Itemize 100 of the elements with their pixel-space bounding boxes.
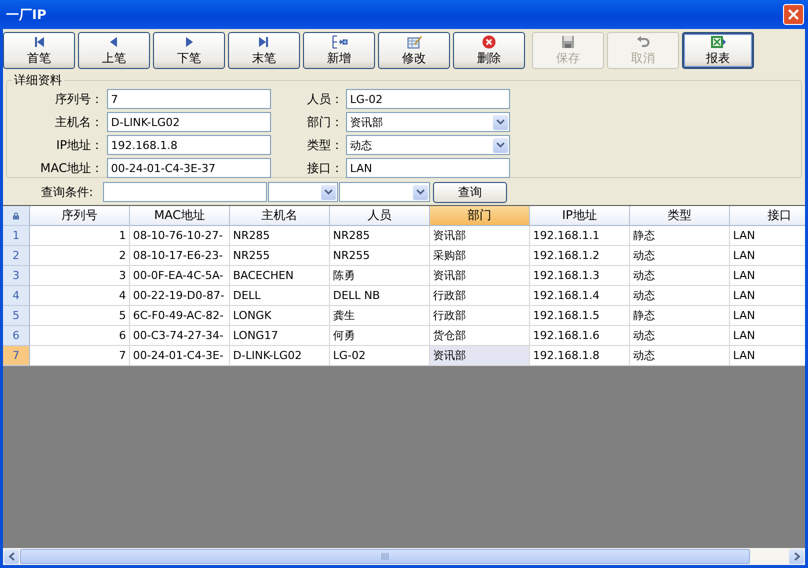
field-label: 类型： bbox=[306, 136, 344, 154]
toolbar-button[interactable]: 新增 bbox=[303, 32, 375, 69]
table-cell: 00-C3-74-27-34- bbox=[130, 326, 230, 346]
column-header[interactable]: 接口 bbox=[730, 206, 805, 226]
floppy-icon bbox=[559, 34, 577, 48]
row-header[interactable]: 6 bbox=[3, 326, 30, 346]
column-header[interactable]: 序列号 bbox=[30, 206, 130, 226]
table-cell: 00-22-19-D0-87- bbox=[130, 286, 230, 306]
table-cell: 192.168.1.5 bbox=[530, 306, 630, 326]
row-header[interactable]: 5 bbox=[3, 306, 30, 326]
field-label: 主机名： bbox=[54, 114, 104, 130]
column-header[interactable]: 部门 bbox=[430, 206, 530, 226]
table-cell: LAN bbox=[730, 346, 805, 366]
add-row-icon bbox=[330, 34, 348, 48]
table-cell: LONGK bbox=[230, 306, 330, 326]
column-header[interactable]: 主机名 bbox=[230, 206, 330, 226]
table-cell: LAN bbox=[730, 266, 805, 286]
toolbar-button[interactable]: 上笔 bbox=[78, 32, 150, 69]
table-cell: 动态 bbox=[630, 346, 730, 366]
text-field[interactable]: 192.168.1.8 bbox=[107, 135, 271, 155]
toolbar-button[interactable]: 删除 bbox=[453, 32, 525, 69]
table-cell: LAN bbox=[730, 286, 805, 306]
table-cell: LG-02 bbox=[330, 346, 430, 366]
delete-icon bbox=[480, 34, 498, 48]
spreadsheet-icon bbox=[709, 34, 727, 48]
table-cell: 龚生 bbox=[330, 306, 430, 326]
row-header[interactable]: 3 bbox=[3, 266, 30, 286]
table-cell: LAN bbox=[730, 306, 805, 326]
select-all-cell[interactable] bbox=[3, 206, 30, 226]
row-header[interactable]: 2 bbox=[3, 246, 30, 266]
table-cell: 192.168.1.1 bbox=[530, 226, 630, 246]
table-cell: NR255 bbox=[230, 246, 330, 266]
table-cell: 192.168.1.6 bbox=[530, 326, 630, 346]
table-cell: 动态 bbox=[630, 326, 730, 346]
text-field[interactable]: 7 bbox=[107, 89, 271, 109]
window-title: 一厂IP bbox=[6, 6, 46, 24]
table-cell: 资讯部 bbox=[430, 346, 530, 366]
field-label: 部门： bbox=[306, 114, 344, 130]
text-field[interactable]: 00-24-01-C4-3E-37 bbox=[107, 158, 271, 178]
query-button[interactable]: 查询 bbox=[433, 182, 507, 202]
combo-box[interactable] bbox=[339, 182, 430, 202]
text-field[interactable]: LG-02 bbox=[346, 89, 510, 109]
toolbar-button[interactable]: 末笔 bbox=[228, 32, 300, 69]
edit-icon bbox=[405, 34, 423, 48]
combo-box[interactable] bbox=[268, 182, 338, 202]
row-header[interactable]: 1 bbox=[3, 226, 30, 246]
scroll-thumb[interactable] bbox=[20, 549, 750, 564]
table-cell: LAN bbox=[730, 246, 805, 266]
table-cell: 资讯部 bbox=[430, 226, 530, 246]
table-cell: 3 bbox=[30, 266, 130, 286]
table-cell: 行政部 bbox=[430, 306, 530, 326]
table-cell: 6 bbox=[30, 326, 130, 346]
table-cell: 192.168.1.2 bbox=[530, 246, 630, 266]
table-cell: 资讯部 bbox=[430, 266, 530, 286]
table-cell: 2 bbox=[30, 246, 130, 266]
table-cell: BACECHEN bbox=[230, 266, 330, 286]
text-field[interactable]: LAN bbox=[346, 158, 510, 178]
scroll-right-button[interactable] bbox=[789, 549, 804, 564]
table-cell: NR255 bbox=[330, 246, 430, 266]
table-cell: 6C-F0-49-AC-82- bbox=[130, 306, 230, 326]
table-cell: 192.168.1.8 bbox=[530, 346, 630, 366]
toolbar-button[interactable]: 首笔 bbox=[3, 32, 75, 69]
table-cell: DELL bbox=[230, 286, 330, 306]
field-label: 人员： bbox=[306, 90, 344, 108]
table-cell: 货仓部 bbox=[430, 326, 530, 346]
close-icon bbox=[787, 8, 800, 21]
scroll-left-button[interactable] bbox=[4, 549, 19, 564]
query-label: 查询条件: bbox=[40, 184, 93, 200]
field-label: IP地址： bbox=[55, 136, 104, 154]
table-cell: 4 bbox=[30, 286, 130, 306]
table-cell: 00-0F-EA-4C-5A- bbox=[130, 266, 230, 286]
table-cell: LAN bbox=[730, 226, 805, 246]
table-cell: 动态 bbox=[630, 266, 730, 286]
column-header[interactable]: MAC地址 bbox=[130, 206, 230, 226]
text-field[interactable]: D-LINK-LG02 bbox=[107, 112, 271, 132]
table-cell: 动态 bbox=[630, 246, 730, 266]
row-header[interactable]: 4 bbox=[3, 286, 30, 306]
group-title: 详细资料 bbox=[13, 72, 63, 89]
table-cell: 静态 bbox=[630, 226, 730, 246]
toolbar-button[interactable]: 下笔 bbox=[153, 32, 225, 69]
column-header[interactable]: 类型 bbox=[630, 206, 730, 226]
toolbar-button[interactable]: 修改 bbox=[378, 32, 450, 69]
column-header[interactable]: IP地址 bbox=[530, 206, 630, 226]
horizontal-scrollbar[interactable] bbox=[3, 548, 805, 565]
close-button[interactable] bbox=[783, 4, 804, 25]
table-cell: DELL NB bbox=[330, 286, 430, 306]
table-cell: 08-10-17-E6-23- bbox=[130, 246, 230, 266]
chevron-left-icon bbox=[8, 552, 16, 561]
row-header[interactable]: 7 bbox=[3, 346, 30, 366]
column-header[interactable]: 人员 bbox=[330, 206, 430, 226]
field-label: 接口： bbox=[306, 160, 344, 176]
table-cell: LAN bbox=[730, 326, 805, 346]
table-cell: 08-10-76-10-27- bbox=[130, 226, 230, 246]
combo-box[interactable]: 资讯部 bbox=[346, 112, 510, 132]
combo-box[interactable]: 动态 bbox=[346, 135, 510, 155]
toolbar-button[interactable]: 报表 bbox=[682, 32, 754, 69]
table-cell: NR285 bbox=[330, 226, 430, 246]
query-field[interactable] bbox=[103, 182, 267, 202]
table-cell: 静态 bbox=[630, 306, 730, 326]
table-cell: 行政部 bbox=[430, 286, 530, 306]
